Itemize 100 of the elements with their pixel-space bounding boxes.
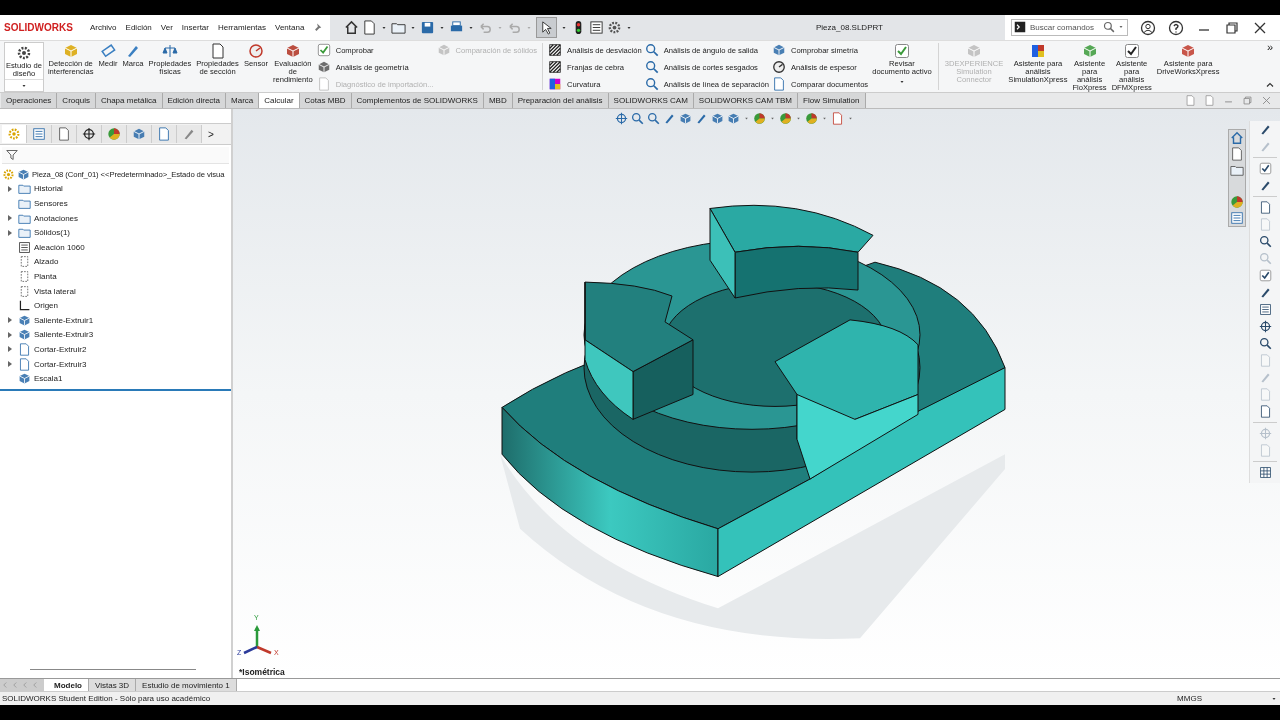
command-tab[interactable]: Complementos de SOLIDWORKS <box>351 93 484 108</box>
tree-item[interactable]: Vista lateral <box>34 286 76 296</box>
filter-icon[interactable] <box>6 149 18 161</box>
folder-icon <box>18 197 31 210</box>
magnifier-icon <box>644 43 659 57</box>
bottom-tab[interactable]: Estudio de movimiento 1 <box>136 679 237 691</box>
expand-icon[interactable] <box>6 214 13 223</box>
annotation-tool[interactable] <box>1258 179 1272 192</box>
expand-icon[interactable] <box>6 184 13 193</box>
list-icon[interactable] <box>589 20 604 35</box>
doc-icon[interactable] <box>362 20 377 35</box>
annotation-tool[interactable] <box>1258 303 1272 316</box>
home-icon[interactable] <box>344 20 359 35</box>
target-icon[interactable] <box>615 112 628 125</box>
menu-item[interactable]: Herramientas <box>217 23 266 32</box>
command-tab[interactable]: Edición directa <box>162 93 226 108</box>
tree-item[interactable]: Cortar-Extruir2 <box>34 344 87 354</box>
annotation-tool[interactable] <box>1258 286 1272 299</box>
command-tab[interactable]: Cotas MBD <box>299 93 352 108</box>
menu-item[interactable]: Ver <box>160 23 173 32</box>
annotation-tool[interactable] <box>1258 405 1272 418</box>
cube-icon <box>284 43 301 59</box>
tree-item[interactable]: Saliente-Extruir3 <box>34 330 94 340</box>
expand-icon[interactable] <box>6 228 13 237</box>
command-tab[interactable]: SOLIDWORKS CAM <box>608 93 694 108</box>
command-tab[interactable]: SOLIDWORKS CAM TBM <box>693 93 799 108</box>
bottom-tab[interactable]: Vistas 3D <box>89 679 137 691</box>
tree-item[interactable]: Alzado <box>34 257 59 267</box>
pie-icon[interactable] <box>1230 195 1244 209</box>
annotation-tool[interactable] <box>1258 337 1272 350</box>
restore-icon[interactable] <box>1224 19 1240 36</box>
annotation-tool[interactable] <box>1258 235 1272 248</box>
command-tab[interactable]: MBD <box>483 93 513 108</box>
target-icon <box>82 127 96 141</box>
expand-icon[interactable] <box>6 330 13 339</box>
menu-item[interactable]: Ventana <box>275 23 305 32</box>
folder-icon[interactable] <box>391 20 406 35</box>
user-icon[interactable] <box>1140 19 1156 36</box>
tree-item[interactable]: Planta <box>34 271 57 281</box>
tree-item[interactable]: Historial <box>34 184 63 194</box>
cube-icon <box>18 372 31 386</box>
command-tab[interactable]: Marca <box>226 93 260 108</box>
doc-icon[interactable] <box>831 112 844 125</box>
expand-icon[interactable] <box>6 360 13 368</box>
magnifier-icon[interactable] <box>631 112 644 125</box>
cube-icon[interactable] <box>711 112 724 125</box>
magnifier-icon[interactable] <box>647 112 660 125</box>
gear-icon[interactable] <box>607 20 622 35</box>
magnifier-icon <box>1258 235 1272 248</box>
app-logo: SOLIDWORKS <box>4 22 73 33</box>
menu-item[interactable]: Edición <box>125 23 152 32</box>
pen-icon <box>1258 371 1272 384</box>
select-tool-button[interactable] <box>536 17 557 38</box>
pie-icon <box>107 127 121 141</box>
command-tab[interactable]: Flow Simulation <box>798 93 866 108</box>
expand-icon[interactable] <box>6 316 13 325</box>
cube-icon <box>771 43 786 57</box>
annotation-tool[interactable] <box>1258 123 1272 136</box>
pen-icon[interactable] <box>695 112 708 125</box>
tree-item[interactable]: Sólidos(1) <box>34 228 70 238</box>
pie-icon[interactable] <box>805 112 818 125</box>
save-icon[interactable] <box>420 20 435 35</box>
menu-item[interactable]: Archivo <box>89 23 117 32</box>
folder-icon[interactable] <box>1230 163 1244 177</box>
panel-tab[interactable] <box>77 125 102 143</box>
plane-icon <box>18 269 31 283</box>
more-button[interactable]: > <box>208 128 214 140</box>
cube-icon[interactable] <box>727 112 740 125</box>
table-icon <box>1258 466 1272 479</box>
search-field[interactable]: Buscar comandos <box>1011 19 1128 36</box>
more-button[interactable]: » <box>1266 41 1274 53</box>
tree-item[interactable]: Escala1 <box>34 374 63 384</box>
annotation-tool[interactable] <box>1258 466 1272 479</box>
cube-icon[interactable] <box>679 112 692 125</box>
pie-icon[interactable] <box>779 112 792 125</box>
tree-item[interactable]: Cortar-Extruir3 <box>34 359 87 369</box>
command-tab[interactable]: Operaciones <box>1 93 58 108</box>
tree-item[interactable]: Aleación 1060 <box>34 242 85 252</box>
annotation-tool[interactable] <box>1258 320 1272 333</box>
command-tab[interactable]: Preparación del análisis <box>512 93 609 108</box>
plane-icon <box>18 284 31 298</box>
pen-icon[interactable] <box>663 112 676 125</box>
command-tab[interactable]: Calcular <box>259 93 300 108</box>
help-icon[interactable] <box>1168 19 1184 36</box>
expand-icon[interactable] <box>6 345 13 354</box>
units-selector[interactable]: MMGS <box>1177 694 1202 703</box>
annotation-tool[interactable] <box>1258 269 1272 282</box>
command-tab[interactable]: Chapa metálica <box>95 93 163 108</box>
plane-icon <box>18 255 31 269</box>
tree-item[interactable]: Saliente-Extruir1 <box>34 315 94 325</box>
menu-item[interactable]: Insertar <box>181 23 209 32</box>
doc-icon[interactable] <box>1230 147 1244 161</box>
tree-item[interactable]: Anotaciones <box>34 213 79 223</box>
tree-item[interactable]: Origen <box>34 301 58 311</box>
annotation-tool[interactable] <box>1258 162 1272 175</box>
tree-item[interactable]: Sensores <box>34 199 68 208</box>
command-tab[interactable]: Croquis <box>57 93 96 108</box>
list-icon <box>32 127 46 141</box>
pie-icon[interactable] <box>753 112 766 125</box>
annotation-tool[interactable] <box>1258 201 1272 214</box>
